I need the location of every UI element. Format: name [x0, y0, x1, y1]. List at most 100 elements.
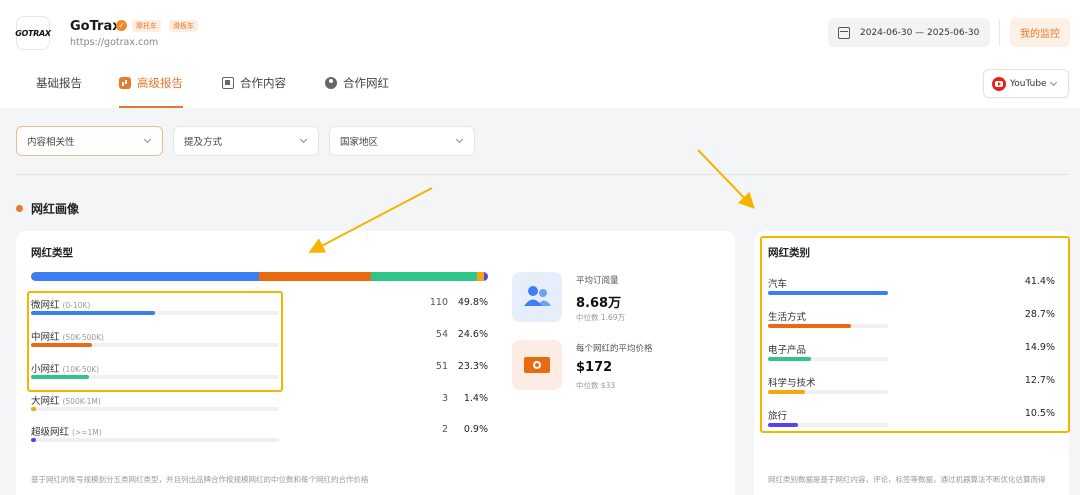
influencer-category-row: 生活方式 28.7%	[768, 309, 1055, 329]
people-icon	[512, 272, 562, 322]
card-title: 网红类别	[768, 247, 810, 259]
progress-track	[768, 423, 888, 427]
influencer-category-footnote: 网红类别数据是基于网红内容，评论，标签等数据，通过机器算法不断优化估算而得	[768, 475, 1046, 484]
chevron-down-icon	[299, 135, 308, 144]
type-percent: 49.8%	[457, 297, 488, 308]
tab-advanced-report[interactable]: 高级报告	[119, 74, 183, 108]
progress-fill	[31, 343, 92, 347]
type-range: (500K-1M)	[62, 397, 101, 406]
type-range: (0-10K)	[62, 301, 91, 310]
progress-track	[768, 390, 888, 394]
metric-value: $172	[576, 360, 613, 375]
platform-select[interactable]: YouTube	[983, 69, 1069, 98]
tab-cooperation-content[interactable]: 合作内容	[222, 74, 286, 92]
type-count: 51	[435, 361, 448, 372]
type-label: 大网红 (500K-1M)	[31, 393, 101, 407]
chevron-down-icon	[1049, 78, 1058, 86]
brand-tag: 滑板车	[169, 20, 198, 32]
filter-label: 内容相关性	[27, 137, 75, 148]
grid-icon	[18, 77, 30, 89]
type-label: 小网红 (10K-50K)	[31, 361, 99, 375]
chart-icon	[119, 77, 131, 89]
type-label: 中网红 (50K-500K)	[31, 329, 104, 343]
type-label: 微网红 (0-10K)	[31, 297, 90, 311]
type-percent: 23.3%	[457, 361, 488, 372]
type-count: 110	[429, 297, 448, 308]
influencer-category-row: 旅行 10.5%	[768, 408, 1055, 428]
influencer-type-footnote: 基于网红的账号规模划分五类网红类型，并且列出品牌合作按规模网红的中位数和每个网红…	[31, 475, 369, 484]
progress-track	[31, 311, 279, 315]
category-percent: 10.5%	[1024, 408, 1055, 419]
type-name: 微网红	[31, 300, 60, 311]
category-percent: 14.9%	[1024, 342, 1055, 353]
filter-label: 提及方式	[184, 137, 223, 148]
progress-track	[768, 324, 888, 328]
progress-fill	[768, 357, 812, 361]
date-range-picker[interactable]: 2024-06-30 — 2025-06-30	[828, 18, 990, 47]
tab-label: 高级报告	[137, 76, 183, 90]
my-monitor-button[interactable]: 我的监控	[1010, 18, 1070, 47]
metric-title: 平均订阅量	[576, 276, 619, 286]
category-name: 汽车	[768, 279, 788, 290]
filter-mention-method[interactable]: 提及方式	[173, 126, 319, 156]
stacked-bar-segment	[371, 272, 478, 281]
category-name: 生活方式	[768, 312, 807, 323]
section-title: 网红画像	[16, 200, 79, 217]
brand-tag: 摩托车	[132, 20, 161, 32]
card-title: 网红类型	[31, 247, 73, 259]
category-percent: 12.7%	[1024, 375, 1055, 386]
type-name: 小网红	[31, 364, 60, 375]
type-label: 超级网红 (>=1M)	[31, 424, 102, 438]
type-percent: 0.9%	[463, 424, 488, 435]
progress-track	[31, 438, 279, 442]
brand-url[interactable]: https://gotrax.com	[70, 37, 158, 48]
influencer-type-row: 中网红 (50K-500K) 54 24.6%	[31, 329, 488, 349]
date-range-text: 2024-06-30 — 2025-06-30	[860, 27, 980, 38]
progress-track	[768, 357, 888, 361]
tab-label: 基础报告	[36, 76, 82, 90]
progress-fill	[31, 407, 36, 411]
chevron-down-icon	[455, 135, 464, 144]
content-icon	[222, 77, 234, 89]
type-range: (>=1M)	[72, 428, 102, 437]
bullet-dot-icon	[16, 205, 23, 212]
stacked-bar-segment	[31, 272, 259, 281]
metric-median: 中位数 1.69万	[576, 313, 626, 322]
section-title-text: 网红画像	[31, 202, 80, 216]
influencer-type-row: 超级网红 (>=1M) 2 0.9%	[31, 424, 488, 444]
influencer-category-card	[754, 231, 1069, 495]
metric-title: 每个网红的平均价格	[576, 344, 653, 354]
progress-track	[31, 343, 279, 347]
progress-track	[31, 407, 279, 411]
progress-fill	[768, 324, 852, 328]
progress-track	[768, 291, 888, 295]
youtube-icon	[992, 76, 1006, 91]
metric-median: 中位数 $33	[576, 381, 616, 390]
category-percent: 28.7%	[1024, 309, 1055, 320]
type-name: 大网红	[31, 396, 60, 407]
category-name: 科学与技术	[768, 378, 816, 389]
progress-track	[31, 375, 279, 379]
money-icon	[512, 340, 562, 390]
type-count: 2	[441, 424, 448, 435]
influencer-type-row: 微网红 (0-10K) 110 49.8%	[31, 297, 488, 317]
stacked-bar-segment	[258, 272, 371, 281]
divider	[999, 20, 1000, 46]
influencer-type-row: 小网红 (10K-50K) 51 23.3%	[31, 361, 488, 381]
verified-icon: ✓	[116, 20, 127, 31]
influencer-category-row: 汽车 41.4%	[768, 276, 1055, 296]
filter-label: 国家地区	[340, 137, 379, 148]
brand-logo: GOTRAX	[15, 16, 51, 50]
metric-value: 8.68万	[576, 296, 622, 311]
type-count: 54	[435, 329, 448, 340]
divider	[16, 174, 1069, 175]
tab-basic-report[interactable]: 基础报告	[18, 74, 82, 92]
filter-country-region[interactable]: 国家地区	[329, 126, 475, 156]
tab-cooperation-influencers[interactable]: 合作网红	[325, 74, 389, 92]
category-name: 旅行	[768, 411, 788, 422]
progress-fill	[31, 375, 89, 379]
type-count: 3	[441, 393, 448, 404]
progress-fill	[31, 311, 155, 315]
annotation-arrow	[697, 149, 755, 209]
filter-content-relevance[interactable]: 内容相关性	[16, 126, 163, 156]
